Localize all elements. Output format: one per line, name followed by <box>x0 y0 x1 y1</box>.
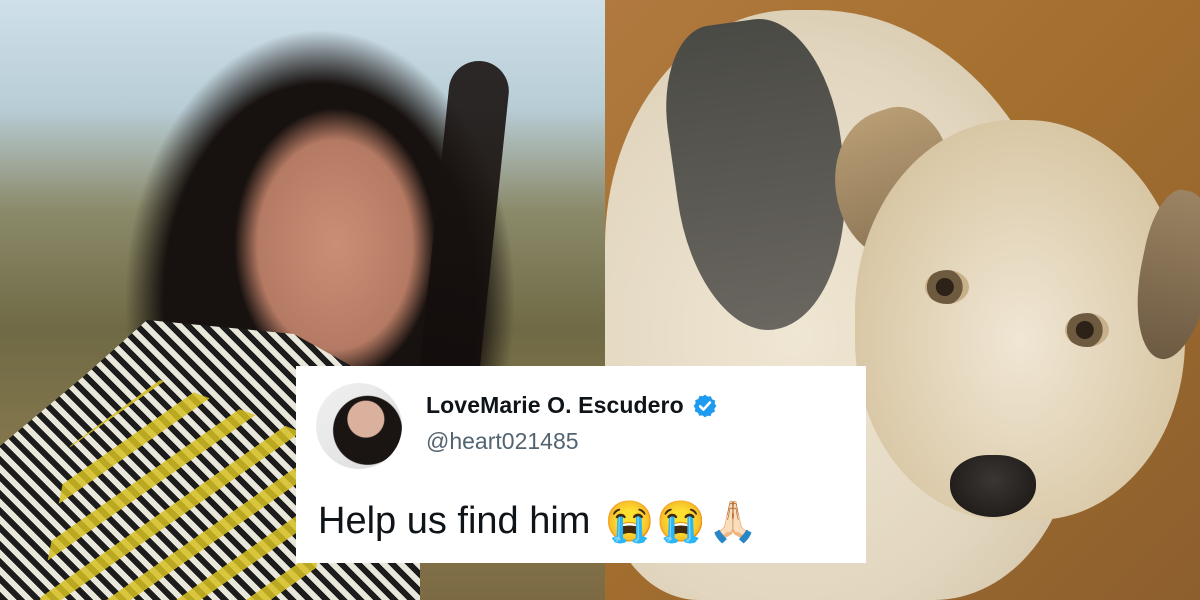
dog-nose <box>950 455 1036 517</box>
tweet-text: Help us find him <box>318 500 591 542</box>
crying-face-emoji: 😭 <box>604 499 655 544</box>
image-canvas: LoveMarie O. Escudero @heart021485 Help … <box>0 0 1200 600</box>
tweet-body: Help us find him 😭 😭 🙏🏻 <box>318 500 758 543</box>
author-handle[interactable]: @heart021485 <box>426 428 579 455</box>
dog-right-eye <box>1065 313 1109 347</box>
author-display-name[interactable]: LoveMarie O. Escudero <box>426 392 684 419</box>
tweet-card[interactable]: LoveMarie O. Escudero @heart021485 Help … <box>296 366 866 563</box>
emoji-row: 😭 😭 🙏🏻 <box>604 502 757 542</box>
verified-badge-icon <box>692 393 718 419</box>
crying-face-emoji: 😭 <box>656 499 707 544</box>
tweet-author-row: LoveMarie O. Escudero <box>426 392 718 419</box>
praying-hands-emoji: 🙏🏻 <box>708 499 758 544</box>
profile-avatar[interactable] <box>316 383 402 469</box>
dog-left-eye <box>925 270 969 304</box>
